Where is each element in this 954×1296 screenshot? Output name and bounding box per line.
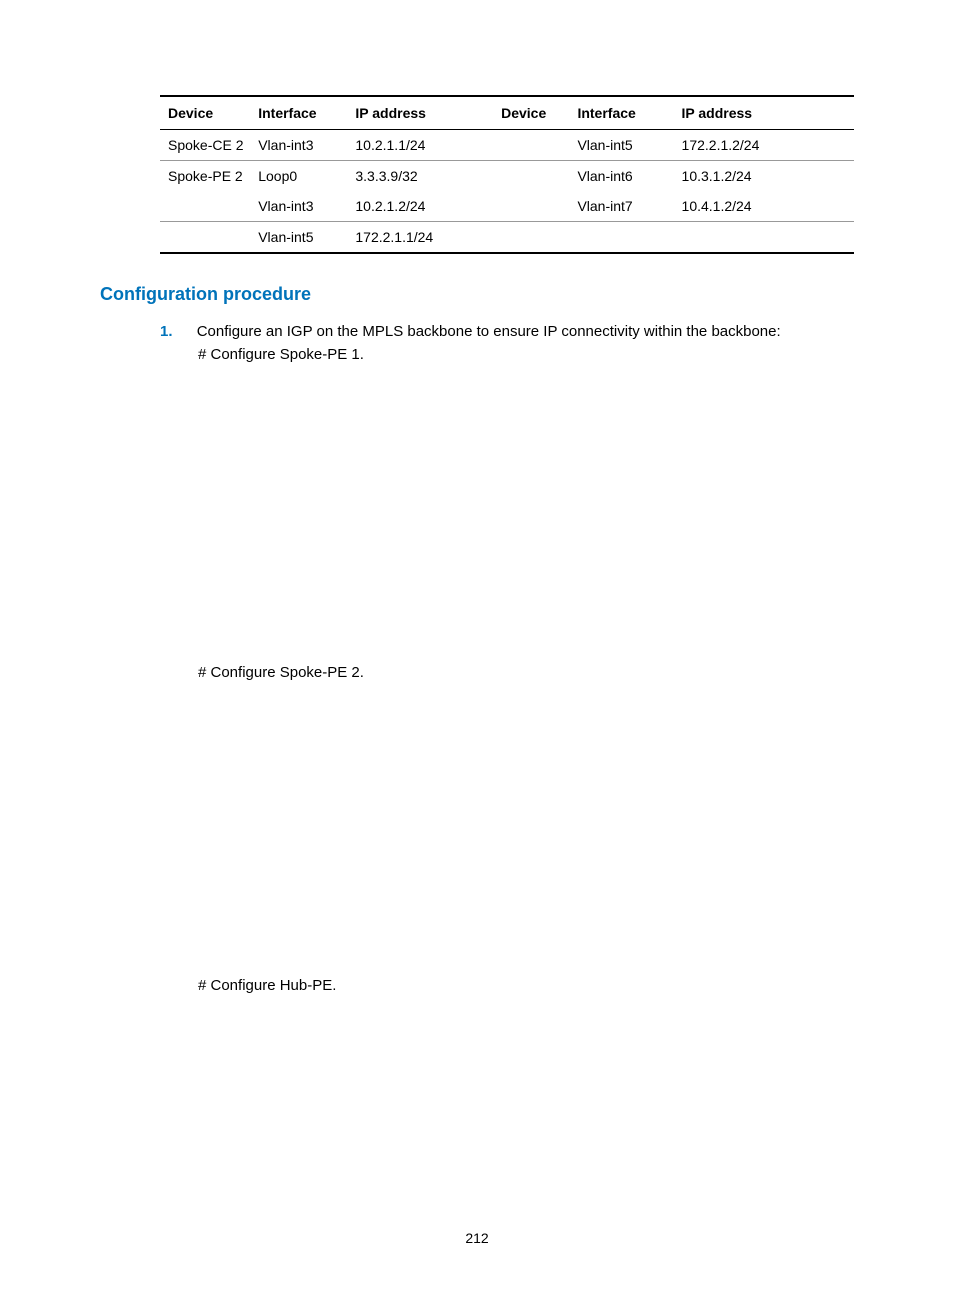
- table-row: Spoke-CE 2 Vlan-int3 10.2.1.1/24 Vlan-in…: [160, 130, 854, 161]
- cell: [493, 161, 569, 192]
- cell: [493, 222, 569, 253]
- config-step: # Configure Spoke-PE 2.: [198, 664, 854, 681]
- cell: 172.2.1.2/24: [674, 130, 854, 161]
- list-number: 1.: [160, 323, 180, 340]
- cell: [160, 191, 250, 222]
- cell: [493, 191, 569, 222]
- config-step: # Configure Spoke-PE 1.: [198, 346, 854, 363]
- th-device-1: Device: [160, 97, 250, 130]
- th-ip-1: IP address: [347, 97, 493, 130]
- cell: 10.4.1.2/24: [674, 191, 854, 222]
- list-line-1: Configure an IGP on the MPLS backbone to…: [197, 323, 781, 340]
- cell: [160, 222, 250, 253]
- table-row: Vlan-int3 10.2.1.2/24 Vlan-int7 10.4.1.2…: [160, 191, 854, 222]
- cell: 10.3.1.2/24: [674, 161, 854, 192]
- cell: Vlan-int3: [250, 191, 347, 222]
- list-text: Configure an IGP on the MPLS backbone to…: [184, 323, 781, 340]
- cell: Vlan-int5: [569, 130, 673, 161]
- cell: 10.2.1.1/24: [347, 130, 493, 161]
- cell: Vlan-int6: [569, 161, 673, 192]
- cell: [569, 222, 673, 253]
- th-interface-2: Interface: [569, 97, 673, 130]
- th-interface-1: Interface: [250, 97, 347, 130]
- table-row: Vlan-int5 172.2.1.1/24: [160, 222, 854, 253]
- config-step: # Configure Hub-PE.: [198, 977, 854, 994]
- cell: [674, 222, 854, 253]
- cell: Spoke-PE 2: [160, 161, 250, 192]
- cell: 10.2.1.2/24: [347, 191, 493, 222]
- cell: 172.2.1.1/24: [347, 222, 493, 253]
- ordered-list: 1. Configure an IGP on the MPLS backbone…: [160, 323, 854, 340]
- cell: 3.3.3.9/32: [347, 161, 493, 192]
- cell: Loop0: [250, 161, 347, 192]
- cell: Vlan-int7: [569, 191, 673, 222]
- cell: Spoke-CE 2: [160, 130, 250, 161]
- th-device-2: Device: [493, 97, 569, 130]
- th-ip-2: IP address: [674, 97, 854, 130]
- page-number: 212: [0, 1230, 954, 1246]
- cell: Vlan-int5: [250, 222, 347, 253]
- section-heading: Configuration procedure: [100, 284, 854, 305]
- interface-table: Device Interface IP address Device Inter…: [160, 95, 854, 254]
- cell: [493, 130, 569, 161]
- cell: Vlan-int3: [250, 130, 347, 161]
- table-row: Spoke-PE 2 Loop0 3.3.3.9/32 Vlan-int6 10…: [160, 161, 854, 192]
